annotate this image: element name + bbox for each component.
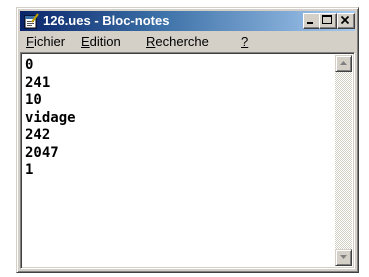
title-bar[interactable]: 126.ues - Bloc-notes bbox=[20, 11, 355, 31]
menu-bar: Fichier Edition Recherche ? bbox=[20, 32, 355, 52]
text-line: 241 bbox=[25, 74, 51, 91]
text-line: 2047 bbox=[25, 144, 59, 161]
maximize-button[interactable] bbox=[319, 13, 337, 29]
document-text[interactable]: 0 241 10 vidage 242 2047 1 bbox=[25, 57, 332, 264]
text-editor[interactable]: 0 241 10 vidage 242 2047 1 bbox=[20, 52, 355, 269]
menu-fichier[interactable]: Fichier bbox=[26, 34, 65, 50]
text-line: 10 bbox=[25, 92, 42, 108]
vertical-scrollbar[interactable] bbox=[335, 55, 352, 266]
arrow-up-icon bbox=[340, 61, 347, 65]
window-title: 126.ues - Bloc-notes bbox=[43, 13, 170, 28]
text-line: 0 bbox=[25, 57, 34, 73]
close-button[interactable] bbox=[337, 13, 355, 29]
scroll-down-button[interactable] bbox=[335, 249, 352, 266]
arrow-down-icon bbox=[340, 255, 347, 259]
menu-recherche[interactable]: Recherche bbox=[146, 34, 209, 50]
notepad-window: 126.ues - Bloc-notes Fichier Edition Rec… bbox=[16, 7, 359, 273]
menu-help[interactable]: ? bbox=[241, 34, 248, 50]
menu-edition[interactable]: Edition bbox=[81, 34, 121, 50]
close-icon bbox=[340, 15, 350, 25]
text-line: 1 bbox=[25, 162, 34, 178]
notepad-icon[interactable] bbox=[23, 13, 39, 29]
minimize-icon bbox=[307, 22, 313, 24]
text-line: vidage bbox=[25, 109, 76, 126]
text-line: 242 bbox=[25, 127, 51, 143]
scroll-up-button[interactable] bbox=[335, 55, 352, 72]
maximize-icon bbox=[322, 15, 332, 24]
